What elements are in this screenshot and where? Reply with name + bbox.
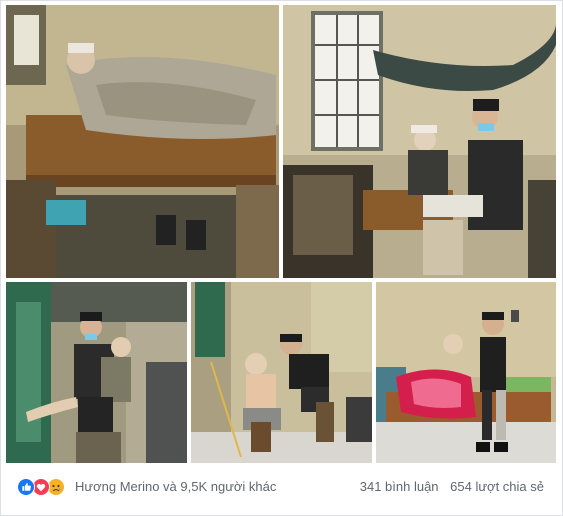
- reaction-icons[interactable]: [17, 478, 65, 496]
- post-footer: Hương Merino và 9,5K người khác 341 bình…: [1, 467, 562, 507]
- photo-5-image: [376, 282, 556, 463]
- photo-4-image: [191, 282, 372, 463]
- post-stats: 341 bình luận 654 lượt chia sẻ: [352, 477, 544, 497]
- photo-carrying-elderly-man[interactable]: [6, 282, 187, 463]
- photo-young-man-with-elderly-man[interactable]: [283, 5, 556, 278]
- post-card: Hương Merino và 9,5K người khác 341 bình…: [0, 0, 563, 516]
- like-icon: [17, 478, 35, 496]
- photo-1-image: [6, 5, 279, 278]
- photo-on-bed-with-blanket[interactable]: [376, 282, 556, 463]
- photo-washing-elderly-man[interactable]: [191, 282, 372, 463]
- photo-elderly-man-in-bed[interactable]: [6, 5, 279, 278]
- comments-count[interactable]: 341 bình luận: [360, 479, 439, 494]
- photo-2-image: [283, 5, 556, 278]
- reactors-text[interactable]: Hương Merino và 9,5K người khác: [75, 477, 276, 497]
- photo-3-image: [6, 282, 187, 463]
- shares-count[interactable]: 654 lượt chia sẻ: [450, 479, 544, 494]
